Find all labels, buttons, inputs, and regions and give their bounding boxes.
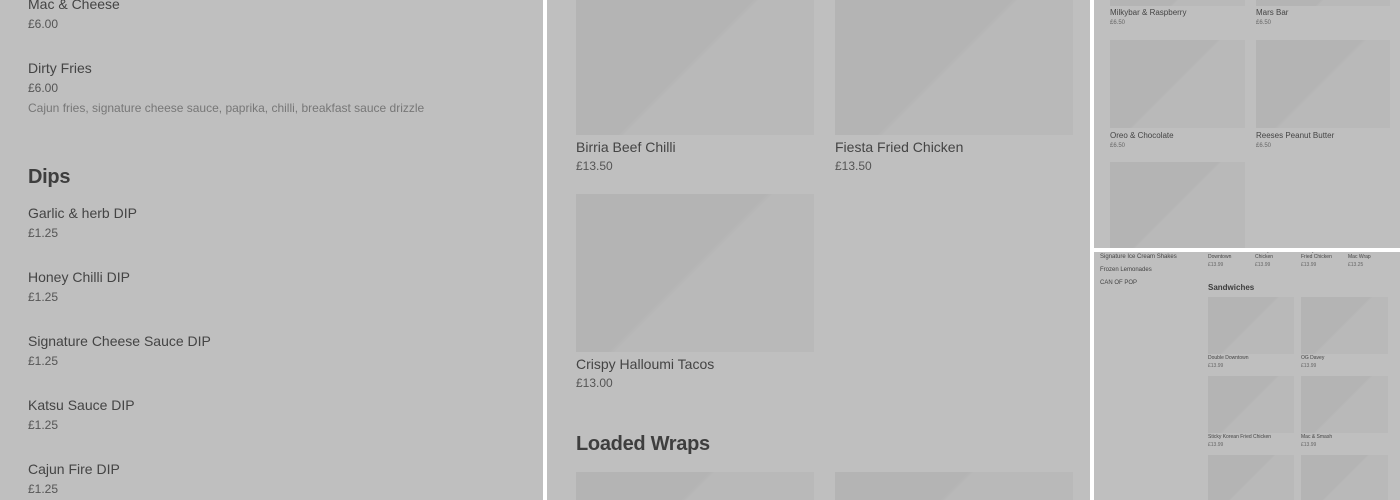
sidebar-item-can-of-pop[interactable]: CAN OF POP — [1100, 280, 1137, 286]
card-image[interactable] — [1208, 376, 1294, 433]
card-price: £13.99 — [1208, 262, 1224, 268]
card-image[interactable] — [1208, 297, 1294, 354]
card-image-birria[interactable] — [576, 0, 814, 135]
card-name-halloumi[interactable]: Crispy Halloumi Tacos — [576, 356, 714, 372]
card-image-fiesta[interactable] — [835, 0, 1073, 135]
item-price: £1.25 — [28, 418, 59, 432]
card-image[interactable] — [1208, 455, 1294, 500]
card-name[interactable]: Sticky Korean Fried Chicken — [1301, 252, 1337, 260]
card-price: £13.99 — [1301, 363, 1317, 369]
card-image-wrap[interactable] — [835, 472, 1073, 500]
card-name[interactable]: Mac & Smash — [1301, 434, 1332, 440]
item-price: £6.00 — [28, 17, 59, 31]
card-name[interactable]: Sticky Korean Fried Chicken — [1208, 434, 1271, 440]
card-name[interactable]: Honey Chilli Chicken — [1255, 252, 1291, 260]
item-name-honey-chilli-dip[interactable]: Honey Chilli DIP — [28, 269, 130, 285]
card-price: £13.99 — [1208, 363, 1224, 369]
sidebar-item-shakes[interactable]: Signature Ice Cream Shakes — [1100, 254, 1177, 260]
card-image-oreo[interactable] — [1110, 40, 1245, 128]
item-price: £1.25 — [28, 354, 59, 368]
card-price: £13.50 — [835, 159, 872, 173]
card-image-wrap[interactable] — [576, 472, 814, 500]
card-image[interactable] — [1256, 0, 1390, 6]
card-price: £13.99 — [1255, 262, 1271, 268]
card-price: £13.99 — [1301, 262, 1317, 268]
card-price: £13.99 — [1208, 442, 1224, 448]
card-price: £6.50 — [1256, 20, 1272, 26]
shakes-thumbnail-panel: Milkybar & Raspberry £6.50 Mars Bar £6.5… — [1094, 0, 1400, 248]
card-name[interactable]: Double Downtown — [1208, 355, 1249, 361]
card-image[interactable] — [1110, 162, 1245, 248]
loaded-wraps-heading: Loaded Wraps — [576, 433, 710, 455]
item-price: £1.25 — [28, 290, 59, 304]
menu-list-panel: Mac & Cheese £6.00 Dirty Fries £6.00 Caj… — [0, 0, 543, 500]
card-price: £13.99 — [1301, 442, 1317, 448]
item-name-dirty-fries[interactable]: Dirty Fries — [28, 60, 92, 76]
card-price: £13.00 — [576, 376, 613, 390]
card-name-oreo[interactable]: Oreo & Chocolate — [1110, 131, 1174, 140]
sandwiches-panel: Signature Ice Cream Shakes Frozen Lemona… — [1094, 252, 1400, 500]
item-price: £6.00 — [28, 81, 59, 95]
card-name[interactable]: Fried Chicken Mac Wrap — [1348, 252, 1388, 260]
item-name-cheese-sauce-dip[interactable]: Signature Cheese Sauce DIP — [28, 333, 211, 349]
item-name-katsu-dip[interactable]: Katsu Sauce DIP — [28, 397, 135, 413]
card-price: £6.50 — [1256, 143, 1272, 149]
card-grid-panel: Birria Beef Chilli £13.50 Fiesta Fried C… — [547, 0, 1090, 500]
card-price: £6.50 — [1110, 143, 1126, 149]
card-image[interactable] — [1301, 455, 1388, 500]
item-name-garlic-herb-dip[interactable]: Garlic & herb DIP — [28, 205, 137, 221]
card-image-reeses[interactable] — [1256, 40, 1390, 128]
item-name-mac-cheese[interactable]: Mac & Cheese — [28, 0, 120, 12]
item-name-cajun-fire-dip[interactable]: Cajun Fire DIP — [28, 461, 120, 477]
card-name-fiesta[interactable]: Fiesta Fried Chicken — [835, 139, 963, 155]
item-price: £1.25 — [28, 226, 59, 240]
sidebar-item-lemonades[interactable]: Frozen Lemonades — [1100, 267, 1152, 273]
sandwiches-heading: Sandwiches — [1208, 283, 1255, 292]
card-name-mars-bar[interactable]: Mars Bar — [1256, 8, 1288, 17]
card-image-halloumi[interactable] — [576, 194, 814, 352]
dips-heading: Dips — [28, 166, 71, 188]
card-name-reeses[interactable]: Reeses Peanut Butter — [1256, 131, 1334, 140]
card-name[interactable]: Double Downtown — [1208, 252, 1244, 260]
item-price: £1.25 — [28, 482, 59, 496]
card-price: £13.50 — [576, 159, 613, 173]
item-description: Cajun fries, signature cheese sauce, pap… — [28, 101, 425, 115]
card-image[interactable] — [1301, 376, 1388, 433]
card-name-birria[interactable]: Birria Beef Chilli — [576, 139, 676, 155]
card-price: £13.25 — [1348, 262, 1364, 268]
card-price: £6.50 — [1110, 20, 1126, 26]
card-image[interactable] — [1301, 297, 1388, 354]
card-name[interactable]: OG Davey — [1301, 355, 1324, 361]
card-image[interactable] — [1110, 0, 1245, 6]
card-name-milkybar[interactable]: Milkybar & Raspberry — [1110, 8, 1186, 17]
